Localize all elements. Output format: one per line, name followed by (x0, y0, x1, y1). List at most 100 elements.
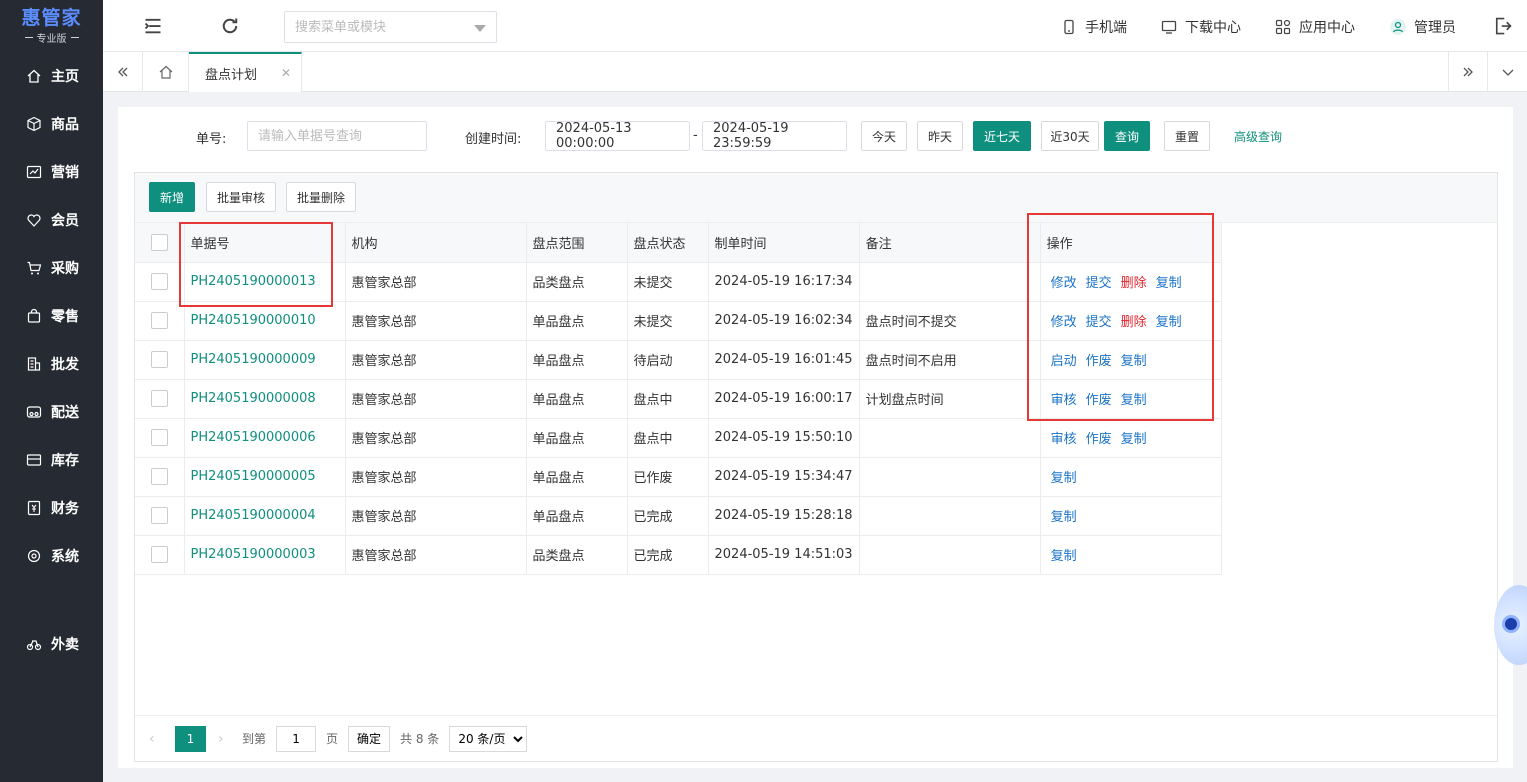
last-30-days-button[interactable]: 近30天 (1041, 121, 1099, 151)
yesterday-button[interactable]: 昨天 (917, 121, 963, 151)
chevron-down-icon[interactable] (474, 25, 486, 32)
row-action-link[interactable]: 启动 (1051, 354, 1077, 369)
today-button[interactable]: 今天 (861, 121, 907, 151)
app-center-link[interactable]: 应用中心 (1275, 17, 1355, 37)
goto-confirm-button[interactable]: 确定 (348, 725, 391, 752)
query-button[interactable]: 查询 (1104, 121, 1150, 151)
select-all-checkbox[interactable] (150, 233, 168, 251)
sidebar-item-1[interactable]: 商品 (0, 106, 103, 142)
table-row[interactable]: PH2405190000005 惠管家总部 单品盘点 已作废 2024-05-19 15… (135, 457, 1222, 497)
scroll-left-icon[interactable] (103, 52, 143, 92)
row-action-link[interactable]: 复制 (1121, 393, 1147, 408)
close-icon[interactable]: ✕ (281, 66, 291, 80)
tab-inventory-plan[interactable]: 盘点计划 ✕ (189, 52, 302, 92)
row-checkbox[interactable] (150, 273, 168, 290)
download-center-link[interactable]: 下载中心 (1161, 17, 1241, 37)
advanced-search-link[interactable]: 高级查询 (1234, 128, 1282, 145)
batch-review-button[interactable]: 批量审核 (206, 182, 276, 212)
row-action-link[interactable]: 审核 (1051, 432, 1077, 447)
col-created-time[interactable]: 制单时间 (708, 223, 860, 263)
doc-no-link[interactable]: PH2405190000006 (191, 430, 316, 445)
col-note[interactable]: 备注 (859, 223, 1041, 263)
table-row[interactable]: PH2405190000003 惠管家总部 品类盘点 已完成 2024-05-19 14… (135, 535, 1222, 575)
sidebar-item-5[interactable]: 零售 (0, 298, 103, 334)
sidebar-item-4[interactable]: 采购 (0, 250, 103, 286)
sidebar-item-0[interactable]: 主页 (0, 58, 103, 94)
table-row[interactable]: PH2405190000013 惠管家总部 品类盘点 未提交 2024-05-19 16… (135, 262, 1222, 302)
doc-no-link[interactable]: PH2405190000005 (191, 469, 316, 484)
doc-no-link[interactable]: PH2405190000004 (191, 508, 316, 523)
sidebar-item-11[interactable]: 外卖 (0, 626, 103, 662)
refresh-icon[interactable] (220, 16, 240, 36)
user-menu[interactable]: 管理员 (1390, 17, 1456, 37)
row-checkbox[interactable] (150, 429, 168, 446)
collapse-menu-icon[interactable] (143, 16, 163, 36)
row-checkbox[interactable] (150, 546, 168, 563)
table-row[interactable]: PH2405190000004 惠管家总部 单品盘点 已完成 2024-05-19 15… (135, 496, 1222, 536)
col-doc-no[interactable]: 单据号 (184, 223, 346, 263)
row-action-link[interactable]: 删除 (1121, 276, 1147, 291)
row-action-link[interactable]: 复制 (1051, 549, 1077, 564)
table-row[interactable]: PH2405190000009 惠管家总部 单品盘点 待启动 2024-05-19 16… (135, 340, 1222, 380)
row-action-link[interactable]: 作废 (1086, 432, 1112, 447)
row-action-link[interactable]: 复制 (1121, 432, 1147, 447)
doc-no-link[interactable]: PH2405190000008 (191, 391, 316, 406)
sidebar-item-9[interactable]: 财务 (0, 490, 103, 526)
start-date-input[interactable]: 2024-05-13 00:00:00 (545, 121, 690, 151)
row-checkbox[interactable] (150, 390, 168, 407)
next-page-icon[interactable]: › (218, 731, 232, 747)
doc-no-input[interactable] (247, 121, 427, 151)
batch-delete-button[interactable]: 批量删除 (286, 182, 356, 212)
logout-icon[interactable] (1493, 16, 1513, 36)
sidebar-item-8[interactable]: 库存 (0, 442, 103, 478)
sidebar-item-7[interactable]: 配送 (0, 394, 103, 430)
table-row[interactable]: PH2405190000010 惠管家总部 单品盘点 未提交 2024-05-19 16… (135, 301, 1222, 341)
row-action-link[interactable]: 作废 (1086, 393, 1112, 408)
sidebar-item-2[interactable]: 营销 (0, 154, 103, 190)
doc-no-link[interactable]: PH2405190000013 (191, 274, 316, 289)
end-date-input[interactable]: 2024-05-19 23:59:59 (702, 121, 847, 151)
row-action-link[interactable]: 作废 (1086, 354, 1112, 369)
row-checkbox[interactable] (150, 312, 168, 329)
last-7-days-button[interactable]: 近七天 (973, 121, 1031, 151)
row-checkbox[interactable] (150, 468, 168, 485)
doc-no-link[interactable]: PH2405190000010 (191, 313, 316, 328)
prev-page-icon[interactable]: ‹ (149, 731, 163, 747)
menu-search[interactable] (284, 11, 497, 43)
page-1-button[interactable]: 1 (175, 725, 206, 752)
doc-no-link[interactable]: PH2405190000003 (191, 547, 316, 562)
home-tab-icon[interactable] (143, 52, 189, 92)
page-number-input[interactable] (276, 725, 317, 752)
row-action-link[interactable]: 修改 (1051, 276, 1077, 291)
table-row[interactable]: PH2405190000008 惠管家总部 单品盘点 盘点中 2024-05-19 16… (135, 379, 1222, 419)
row-action-link[interactable]: 复制 (1051, 471, 1077, 486)
created-time-cell: 2024-05-19 15:34:47 (714, 469, 853, 484)
row-action-link[interactable]: 提交 (1086, 315, 1112, 330)
page-size-select[interactable]: 20 条/页 (449, 725, 528, 752)
brand-logo[interactable]: 惠管家 专业版 (0, 0, 103, 52)
table-row[interactable]: PH2405190000006 惠管家总部 单品盘点 盘点中 2024-05-19 15… (135, 418, 1222, 458)
row-action-link[interactable]: 提交 (1086, 276, 1112, 291)
sidebar-item-6[interactable]: 批发 (0, 346, 103, 382)
row-checkbox[interactable] (150, 507, 168, 524)
row-checkbox[interactable] (150, 351, 168, 368)
row-action-link[interactable]: 复制 (1051, 510, 1077, 525)
mobile-link[interactable]: 手机端 (1061, 17, 1127, 37)
doc-no-link[interactable]: PH2405190000009 (191, 352, 316, 367)
add-button[interactable]: 新增 (149, 182, 195, 212)
sidebar-item-3[interactable]: 会员 (0, 202, 103, 238)
row-action-link[interactable]: 审核 (1051, 393, 1077, 408)
row-action-link[interactable]: 复制 (1156, 276, 1182, 291)
col-scope[interactable]: 盘点范围 (526, 223, 628, 263)
sidebar-item-10[interactable]: 系统 (0, 538, 103, 574)
row-action-link[interactable]: 复制 (1121, 354, 1147, 369)
col-status[interactable]: 盘点状态 (627, 223, 709, 263)
chevron-down-icon[interactable] (1488, 52, 1527, 92)
col-org[interactable]: 机构 (345, 223, 527, 263)
row-action-link[interactable]: 修改 (1051, 315, 1077, 330)
row-action-link[interactable]: 删除 (1121, 315, 1147, 330)
menu-search-input[interactable] (295, 19, 465, 35)
row-action-link[interactable]: 复制 (1156, 315, 1182, 330)
scroll-right-icon[interactable] (1448, 52, 1488, 92)
reset-button[interactable]: 重置 (1164, 121, 1210, 151)
